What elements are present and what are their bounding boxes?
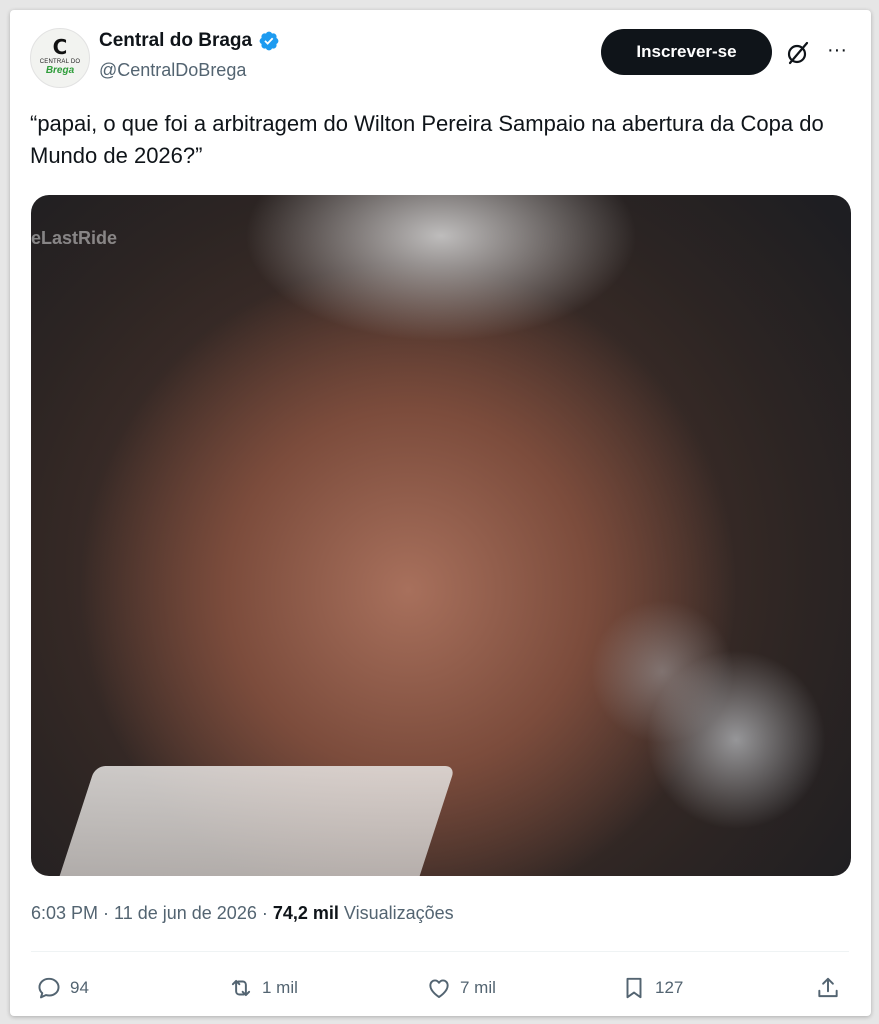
views-count: 74,2 mil (272, 903, 339, 923)
bookmark-count: 127 (655, 978, 684, 997)
more-icon[interactable]: ··· (824, 37, 850, 63)
meta-separator: · (98, 903, 115, 923)
author-handle[interactable]: @CentralDoBrega (99, 60, 246, 81)
tweet-text: “papai, o que foi a arbitragem do Wilton… (30, 111, 824, 168)
divider (31, 951, 849, 952)
repost-button[interactable]: 1 mil (228, 970, 298, 1006)
tweet-media-image[interactable]: eLastRide (31, 195, 851, 876)
meta-separator: · (256, 903, 273, 923)
author-display-name[interactable]: Central do Braga (99, 30, 252, 52)
bookmark-button[interactable]: 127 (621, 970, 683, 1006)
avatar-line2: Brega (45, 65, 75, 76)
verified-badge-icon (259, 31, 279, 51)
share-icon (818, 977, 838, 998)
repost-count: 1 mil (262, 978, 298, 997)
avatar-letter: C (52, 35, 68, 59)
grok-icon[interactable] (785, 40, 811, 66)
reply-count: 94 (70, 978, 89, 997)
reply-icon (38, 977, 60, 999)
media-shirt-shape (46, 766, 456, 876)
tweet-time[interactable]: 6:03 PM (31, 903, 98, 923)
subscribe-button[interactable]: Inscrever-se (601, 29, 772, 75)
like-icon (429, 979, 449, 998)
repost-icon (231, 979, 251, 997)
author-name-row[interactable]: Central do Braga (99, 30, 280, 52)
like-count: 7 mil (460, 978, 496, 997)
reply-button[interactable]: 94 (36, 970, 89, 1006)
avatar[interactable]: C CENTRAL DO Brega (30, 28, 90, 88)
action-bar: 94 1 mil 7 mil 127 (10, 970, 871, 1006)
share-button[interactable] (815, 970, 841, 1006)
views-label: Visualizações (338, 903, 454, 923)
tweet-date[interactable]: 11 de jun de 2026 (114, 903, 257, 923)
like-button[interactable]: 7 mil (426, 970, 496, 1006)
tweet-card: C CENTRAL DO Brega Central do Braga @Cen… (10, 10, 871, 1016)
media-watermark: eLastRide (31, 228, 118, 248)
bookmark-icon (626, 977, 642, 999)
tweet-meta: 6:03 PM · 11 de jun de 2026 · 74,2 mil V… (31, 903, 454, 924)
